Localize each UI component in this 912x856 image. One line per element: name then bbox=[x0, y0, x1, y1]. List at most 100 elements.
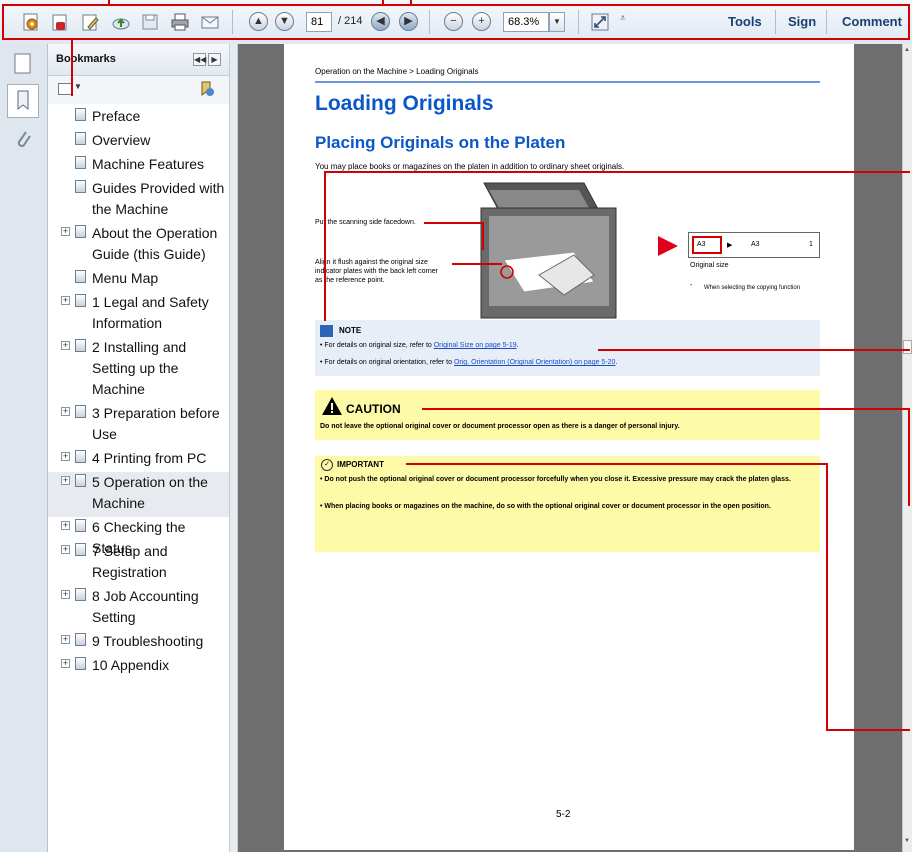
fit-window-icon[interactable] bbox=[590, 12, 610, 32]
bookmark-icon bbox=[75, 180, 86, 193]
page-number-input[interactable]: 81 bbox=[306, 12, 332, 32]
toolbar-divider bbox=[232, 10, 233, 34]
note-line-1-suffix: . bbox=[516, 342, 519, 349]
bookmark-item[interactable]: +5 Operation on the Machine bbox=[48, 472, 229, 517]
bookmark-item[interactable]: +10 Appendix bbox=[48, 655, 229, 679]
expand-icon[interactable]: + bbox=[61, 452, 70, 461]
options-menu-icon[interactable] bbox=[58, 83, 72, 95]
expand-icon[interactable]: + bbox=[61, 341, 70, 350]
back-view-icon[interactable]: ◀ bbox=[371, 12, 390, 31]
important-box: ✓ IMPORTANT • Do not push the optional o… bbox=[315, 456, 820, 552]
note-line-2-text: • For details on original orientation, r… bbox=[320, 359, 454, 366]
previous-page-icon[interactable]: ▲ bbox=[249, 12, 268, 31]
expand-icon[interactable]: + bbox=[61, 635, 70, 644]
callout-line bbox=[71, 38, 73, 96]
expand-icon[interactable]: + bbox=[61, 407, 70, 416]
bookmark-icon bbox=[75, 405, 86, 418]
bookmark-label: Menu Map bbox=[92, 270, 159, 286]
create-pdf-icon[interactable] bbox=[21, 12, 41, 32]
bookmark-item[interactable]: Overview bbox=[48, 130, 229, 154]
expand-icon[interactable]: + bbox=[61, 476, 70, 485]
toolbar-divider bbox=[775, 10, 776, 34]
bookmark-label: 7 Setup and Registration bbox=[92, 543, 168, 580]
options-dropdown-icon[interactable]: ▼ bbox=[74, 82, 82, 91]
callout-line bbox=[452, 263, 502, 265]
bookmark-icon bbox=[75, 588, 86, 601]
page-total: / 214 bbox=[338, 15, 363, 27]
caution-box: CAUTION Do not leave the optional origin… bbox=[315, 390, 820, 440]
zoom-out-icon[interactable]: − bbox=[444, 12, 463, 31]
open-icon[interactable] bbox=[50, 12, 70, 32]
zoom-dropdown-icon[interactable]: ▼ bbox=[549, 12, 565, 32]
note-icon bbox=[320, 325, 333, 337]
bookmark-item[interactable]: +4 Printing from PC bbox=[48, 448, 229, 472]
page-thumbnails-icon[interactable] bbox=[13, 52, 33, 81]
bookmark-item[interactable]: Machine Features bbox=[48, 154, 229, 178]
bookmark-item[interactable]: +8 Job Accounting Setting bbox=[48, 586, 229, 631]
expand-icon[interactable]: + bbox=[61, 521, 70, 530]
scroll-up-icon[interactable]: ▲ bbox=[904, 47, 910, 53]
expand-icon[interactable]: + bbox=[61, 545, 70, 554]
bookmark-item[interactable]: +9 Troubleshooting bbox=[48, 631, 229, 655]
note-heading: NOTE bbox=[339, 326, 362, 335]
bookmarks-panel-icon[interactable] bbox=[7, 84, 39, 118]
callout-line bbox=[908, 4, 910, 40]
expand-icon[interactable]: + bbox=[61, 590, 70, 599]
header-rule bbox=[315, 81, 820, 83]
bookmark-label: 2 Installing and Setting up the Machine bbox=[92, 339, 187, 397]
sign-button[interactable]: Sign bbox=[788, 14, 816, 29]
bookmark-item[interactable]: Menu Map bbox=[48, 268, 229, 292]
important-item-2: • When placing books or magazines on the… bbox=[320, 503, 771, 510]
copy-note: When selecting the copying function bbox=[704, 285, 801, 291]
forward-view-icon[interactable]: ▶ bbox=[399, 12, 418, 31]
expand-icon[interactable]: + bbox=[61, 227, 70, 236]
orientation-link[interactable]: Orig. Orientation (Original Orientation)… bbox=[454, 359, 615, 366]
attachments-icon[interactable] bbox=[13, 128, 33, 157]
bookmark-label: Preface bbox=[92, 108, 141, 124]
zoom-input[interactable]: 68.3% bbox=[503, 12, 549, 32]
edit-icon[interactable] bbox=[80, 12, 100, 32]
bookmark-item[interactable]: +1 Legal and Safety Information bbox=[48, 292, 229, 337]
panel-size-b: A3 bbox=[751, 241, 760, 248]
bookmark-icon bbox=[75, 657, 86, 670]
expand-panel-icon[interactable]: ▶ bbox=[208, 53, 221, 66]
bookmark-label: About the Operation Guide (this Guide) bbox=[92, 225, 218, 262]
zoom-in-icon[interactable]: + bbox=[472, 12, 491, 31]
callout-line bbox=[324, 171, 326, 321]
callout-line bbox=[410, 0, 412, 6]
email-icon[interactable] bbox=[200, 12, 220, 32]
original-size-link[interactable]: Original Size on page 5-19 bbox=[434, 342, 517, 349]
bookmark-item[interactable]: +2 Installing and Setting up the Machine bbox=[48, 337, 229, 403]
original-size-panel: A3 ▶ A3 1 bbox=[688, 232, 820, 258]
collapse-panel-icon[interactable]: ◀◀ bbox=[193, 53, 206, 66]
callout-line bbox=[826, 463, 828, 731]
callout-line bbox=[406, 463, 828, 465]
bookmark-item[interactable]: +3 Preparation before Use bbox=[48, 403, 229, 448]
callout-line bbox=[2, 38, 910, 40]
caution-heading: CAUTION bbox=[346, 402, 401, 416]
bookmark-item[interactable]: +6 Checking the Status bbox=[48, 517, 229, 556]
note-line-2: • For details on original orientation, r… bbox=[320, 359, 617, 366]
scroll-thumb[interactable] bbox=[903, 340, 912, 354]
more-tools-icon[interactable]: ⩡ bbox=[620, 13, 626, 24]
bookmark-item[interactable]: + About the Operation Guide (this Guide) bbox=[48, 223, 229, 268]
expand-icon[interactable]: + bbox=[61, 296, 70, 305]
new-bookmark-icon[interactable] bbox=[198, 80, 216, 103]
bookmark-label: 9 Troubleshooting bbox=[92, 633, 204, 649]
bookmark-item[interactable]: Guides Provided with the Machine bbox=[48, 178, 229, 223]
comment-button[interactable]: Comment bbox=[842, 14, 902, 29]
next-page-icon[interactable]: ▼ bbox=[275, 12, 294, 31]
expand-icon[interactable]: + bbox=[61, 659, 70, 668]
scroll-down-icon[interactable]: ▼ bbox=[904, 838, 910, 844]
bookmark-label: Guides Provided with the Machine bbox=[92, 180, 225, 217]
bookmark-item[interactable]: +7 Setup and Registration bbox=[48, 541, 229, 586]
panel-splitter[interactable] bbox=[229, 44, 238, 852]
note-line-2-suffix: . bbox=[615, 359, 618, 366]
tools-button[interactable]: Tools bbox=[728, 14, 762, 29]
bookmark-label: 1 Legal and Safety Information bbox=[92, 294, 209, 331]
save-icon[interactable] bbox=[140, 12, 160, 32]
bookmark-label: Overview bbox=[92, 132, 151, 148]
bookmark-item[interactable]: Preface bbox=[48, 106, 229, 130]
print-icon[interactable] bbox=[170, 12, 190, 32]
cloud-upload-icon[interactable] bbox=[111, 12, 131, 32]
